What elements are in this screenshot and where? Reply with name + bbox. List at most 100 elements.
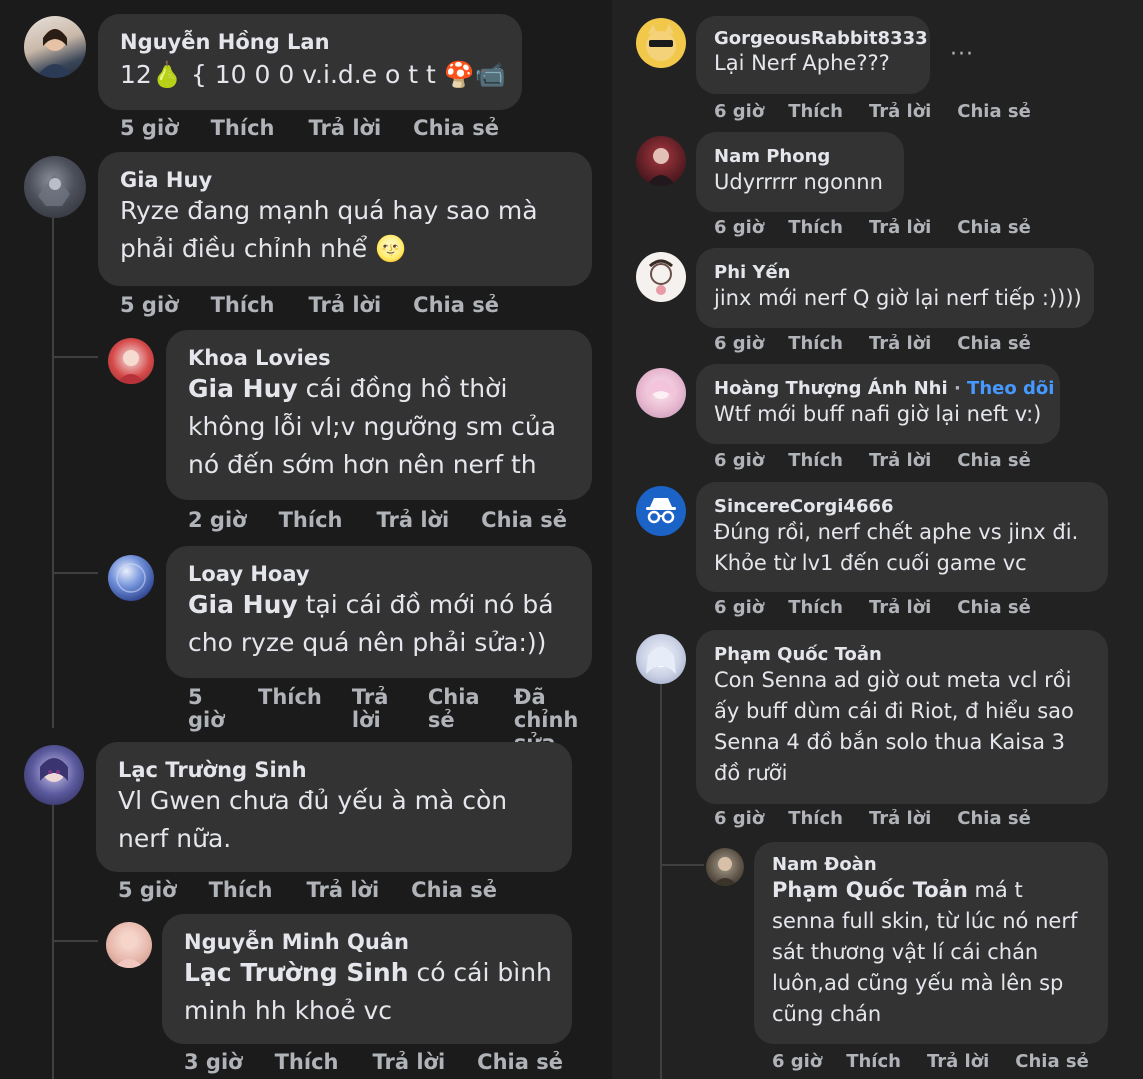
commenter-name-text[interactable]: Hoàng Thượng Ánh Nhi xyxy=(714,378,948,399)
comment-time[interactable]: 3 giờ xyxy=(184,1050,243,1074)
reply-button[interactable]: Trả lời xyxy=(869,101,931,122)
commenter-name[interactable]: Nguyễn Minh Quân xyxy=(184,930,572,954)
comment-text: Udyrrrrr ngonnn xyxy=(714,170,883,194)
comment-text: Wtf mới buff nafi giờ lại neft v:) xyxy=(714,402,1042,426)
comment-time[interactable]: 6 giờ xyxy=(714,101,764,122)
like-button[interactable]: Thích xyxy=(846,1051,901,1072)
avatar[interactable] xyxy=(636,368,686,418)
like-button[interactable]: Thích xyxy=(788,217,843,238)
reply-button[interactable]: Trả lời xyxy=(927,1051,989,1072)
comment-time[interactable]: 6 giờ xyxy=(714,333,764,354)
like-button[interactable]: Thích xyxy=(788,808,843,829)
avatar[interactable] xyxy=(636,252,686,302)
commenter-name[interactable]: Loay Hoay xyxy=(188,562,592,586)
avatar[interactable] xyxy=(24,156,86,218)
comment-text: Gia Huy tại cái đồ mới nó bá cho ryze qu… xyxy=(188,586,578,662)
commenter-name[interactable]: Lạc Trường Sinh xyxy=(118,758,572,782)
reply-button[interactable]: Trả lời xyxy=(306,878,379,902)
commenter-name[interactable]: SincereCorgi4666 xyxy=(714,496,1108,517)
share-button[interactable]: Chia sẻ xyxy=(481,508,567,532)
comment-time[interactable]: 5 giờ xyxy=(120,116,179,140)
user-photo-icon xyxy=(116,350,146,384)
commenter-name[interactable]: GorgeousRabbit8333 xyxy=(714,28,930,49)
share-button[interactable]: Chia sẻ xyxy=(957,597,1031,618)
commenter-name[interactable]: Nam Đoàn xyxy=(772,854,1108,875)
avatar[interactable] xyxy=(106,922,152,968)
like-button[interactable]: Thích xyxy=(258,686,322,709)
mention-link[interactable]: Phạm Quốc Toản xyxy=(772,878,968,902)
avatar[interactable] xyxy=(24,16,86,78)
commenter-name[interactable]: Khoa Lovies xyxy=(188,346,592,370)
reply-button[interactable]: Trả lời xyxy=(869,333,931,354)
comment-text: Phạm Quốc Toản má t senna full skin, từ … xyxy=(772,875,1092,1030)
more-options-icon[interactable]: ··· xyxy=(950,42,974,67)
comment-text: 12🍐 { 10 0 0 v.i.d.e o t t 🍄📹 xyxy=(120,60,507,89)
like-button[interactable]: Thích xyxy=(279,508,343,532)
reply-button[interactable]: Trả lời xyxy=(308,293,381,317)
commenter-name[interactable]: Phạm Quốc Toản xyxy=(714,644,1108,665)
comment-time[interactable]: 6 giờ xyxy=(714,450,764,471)
commenter-name[interactable]: Phi Yến xyxy=(714,262,1094,283)
share-button[interactable]: Chia sẻ xyxy=(957,450,1031,471)
mention-link[interactable]: Gia Huy xyxy=(188,590,298,619)
reply-button[interactable]: Trả lời xyxy=(869,597,931,618)
like-button[interactable]: Thích xyxy=(211,293,275,317)
comment-time[interactable]: 6 giờ xyxy=(714,217,764,238)
comment-time[interactable]: 6 giờ xyxy=(714,808,764,829)
commenter-name[interactable]: Hoàng Thượng Ánh Nhi · Theo dõi xyxy=(714,378,1060,399)
comment-time[interactable]: 2 giờ xyxy=(188,508,247,532)
avatar[interactable] xyxy=(636,634,686,684)
reply-button[interactable]: Trả lời xyxy=(376,508,449,532)
user-drawing-icon xyxy=(646,647,676,674)
like-button[interactable]: Thích xyxy=(788,597,843,618)
comment-time[interactable]: 6 giờ xyxy=(714,597,764,618)
commenter-name[interactable]: Gia Huy xyxy=(120,168,592,192)
share-button[interactable]: Chia sẻ xyxy=(1015,1051,1089,1072)
user-photo-icon xyxy=(114,933,144,968)
comment-actions: 5 giờ Thích Trả lời Chia sẻ xyxy=(118,878,497,902)
commenter-name[interactable]: Nguyễn Hồng Lan xyxy=(120,30,522,54)
avatar[interactable] xyxy=(24,745,84,805)
like-button[interactable]: Thích xyxy=(275,1050,339,1074)
share-button[interactable]: Chia sẻ xyxy=(957,333,1031,354)
share-button[interactable]: Chia sẻ xyxy=(477,1050,563,1074)
comment-time[interactable]: 5 giờ xyxy=(118,878,177,902)
like-button[interactable]: Thích xyxy=(209,878,273,902)
share-button[interactable]: Chia sẻ xyxy=(957,808,1031,829)
avatar[interactable] xyxy=(706,848,744,886)
like-button[interactable]: Thích xyxy=(788,333,843,354)
avatar[interactable] xyxy=(108,338,154,384)
share-button[interactable]: Chia sẻ xyxy=(428,686,480,732)
share-button[interactable]: Chia sẻ xyxy=(957,217,1031,238)
mention-link[interactable]: Lạc Trường Sinh xyxy=(184,958,409,987)
share-button[interactable]: Chia sẻ xyxy=(957,101,1031,122)
like-button[interactable]: Thích xyxy=(788,450,843,471)
share-button[interactable]: Chia sẻ xyxy=(411,878,497,902)
share-button[interactable]: Chia sẻ xyxy=(413,293,499,317)
reply-button[interactable]: Trả lời xyxy=(869,450,931,471)
comment-text: Lạc Trường Sinh có cái bình minh hh khoẻ… xyxy=(184,954,564,1030)
comment-time[interactable]: 5 giờ xyxy=(120,293,179,317)
like-button[interactable]: Thích xyxy=(211,116,275,140)
follow-button[interactable]: Theo dõi xyxy=(967,378,1054,399)
comment-text: Con Senna ad giờ out meta vcl rồi ấy buf… xyxy=(714,668,1074,785)
avatar[interactable] xyxy=(108,555,154,601)
reply-button[interactable]: Trả lời xyxy=(308,116,381,140)
reply-button[interactable]: Trả lời xyxy=(869,808,931,829)
comment-actions: 6 giờ Thích Trả lời Chia sẻ xyxy=(714,597,1031,618)
reply-bubble: Loay Hoay Gia Huy tại cái đồ mới nó bá c… xyxy=(166,546,592,678)
share-button[interactable]: Chia sẻ xyxy=(413,116,499,140)
avatar[interactable] xyxy=(636,486,686,536)
like-button[interactable]: Thích xyxy=(788,101,843,122)
reply-button[interactable]: Trả lời xyxy=(869,217,931,238)
comment-text: Ryze đang mạnh quá hay sao mà phải điều … xyxy=(120,196,538,263)
mention-link[interactable]: Gia Huy xyxy=(188,374,298,403)
comment-time[interactable]: 6 giờ xyxy=(772,1051,822,1072)
avatar[interactable] xyxy=(636,136,686,186)
reply-button[interactable]: Trả lời xyxy=(372,1050,445,1074)
comment-actions: 6 giờ Thích Trả lời Chia sẻ xyxy=(714,450,1031,471)
comment-time[interactable]: 5 giờ xyxy=(188,686,225,732)
commenter-name[interactable]: Nam Phong xyxy=(714,146,904,167)
avatar[interactable] xyxy=(636,18,686,68)
reply-button[interactable]: Trả lời xyxy=(352,686,392,732)
